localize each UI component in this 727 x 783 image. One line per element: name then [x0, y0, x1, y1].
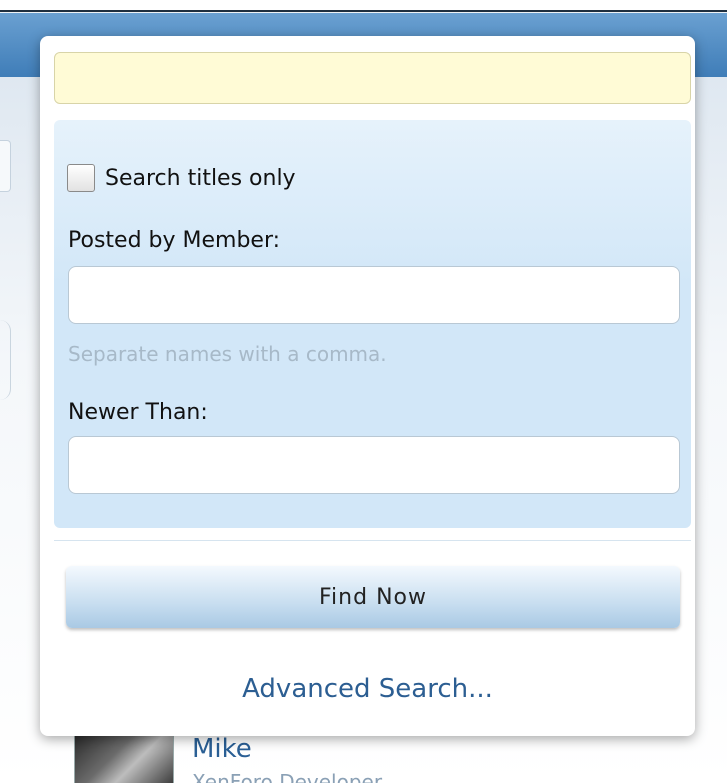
titles-only-label[interactable]: Search titles only [105, 166, 296, 191]
member-title: XenForo Developer [192, 770, 383, 783]
sidebar-edge [0, 140, 11, 192]
top-strip [0, 0, 727, 12]
member-card: Mike XenForo Developer [66, 734, 546, 783]
sidebar-curve [0, 320, 11, 400]
newer-than-input[interactable] [68, 436, 680, 494]
avatar[interactable] [74, 734, 174, 783]
divider [54, 540, 691, 541]
top-divider [0, 10, 727, 12]
advanced-search-link[interactable]: Advanced Search... [40, 674, 695, 704]
posted-by-input[interactable] [68, 266, 680, 324]
search-query-input[interactable] [54, 52, 691, 104]
newer-than-label: Newer Than: [68, 400, 208, 425]
posted-by-label: Posted by Member: [68, 228, 281, 253]
search-options-panel: Search titles only Posted by Member: Sep… [54, 120, 691, 528]
titles-only-checkbox[interactable] [67, 164, 95, 192]
titles-only-row[interactable]: Search titles only [67, 164, 296, 192]
find-now-button[interactable]: Find Now [66, 566, 680, 628]
member-name[interactable]: Mike [192, 734, 252, 764]
search-popup: Search titles only Posted by Member: Sep… [40, 36, 695, 736]
page: Mike XenForo Developer Search titles onl… [0, 0, 727, 783]
posted-by-hint: Separate names with a comma. [68, 342, 387, 366]
